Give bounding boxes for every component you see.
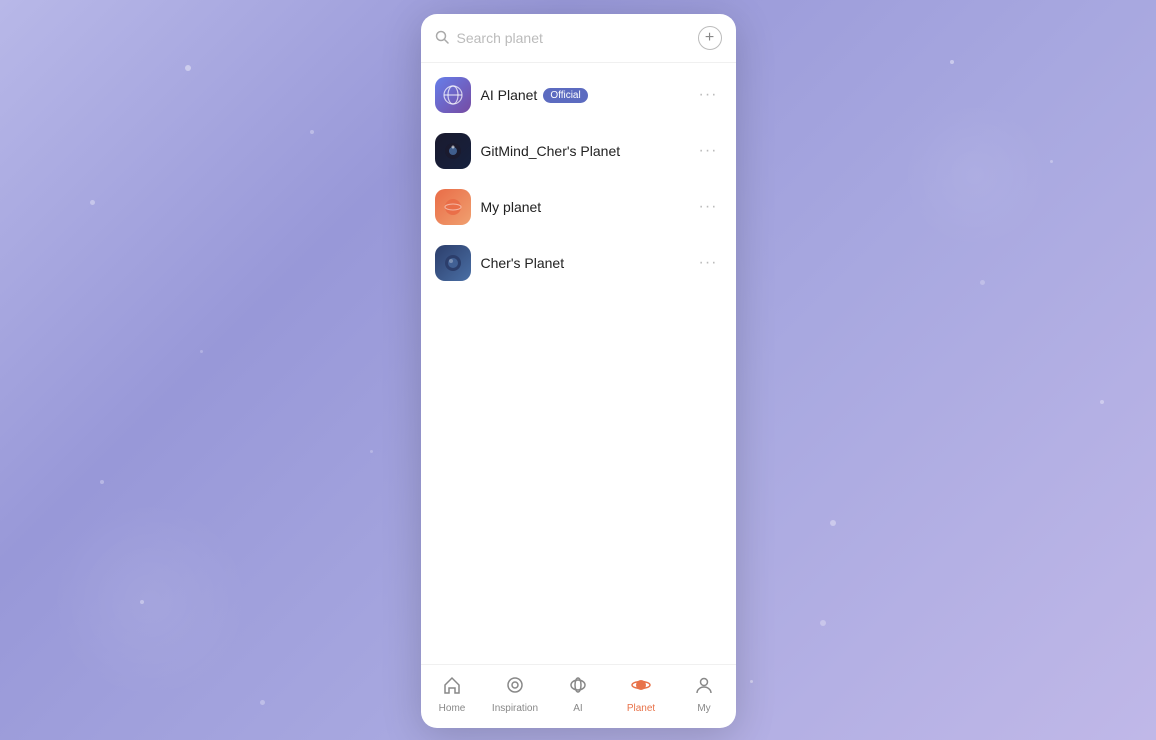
planet-avatar-ai <box>435 77 471 113</box>
nav-label-home: Home <box>439 703 466 714</box>
planet-modal: × + <box>421 14 736 728</box>
planet-info-my: My planet <box>481 199 685 215</box>
search-bar: + <box>421 14 736 63</box>
planet-avatar-chers <box>435 245 471 281</box>
planet-item-gitmind[interactable]: GitMind_Cher's Planet ··· <box>421 123 736 179</box>
planet-info-ai: AI Planet Official <box>481 87 685 103</box>
planet-icon <box>631 675 651 701</box>
nav-label-ai: AI <box>573 703 582 714</box>
more-button-gitmind[interactable]: ··· <box>695 138 722 164</box>
nav-item-home[interactable]: Home <box>421 669 484 720</box>
planet-item-ai[interactable]: AI Planet Official ··· <box>421 67 736 123</box>
planet-info-gitmind: GitMind_Cher's Planet <box>481 143 685 159</box>
nav-label-planet: Planet <box>627 703 655 714</box>
planet-name-ai: AI Planet <box>481 87 538 103</box>
planet-name-my: My planet <box>481 199 542 215</box>
my-icon <box>694 675 714 701</box>
official-badge: Official <box>543 88 587 103</box>
planet-item-my[interactable]: My planet ··· <box>421 179 736 235</box>
ai-icon <box>568 675 588 701</box>
modal-overlay: × + <box>0 0 1156 740</box>
planet-name-gitmind: GitMind_Cher's Planet <box>481 143 621 159</box>
add-icon: + <box>705 29 714 47</box>
nav-label-inspiration: Inspiration <box>492 703 538 714</box>
search-input[interactable] <box>457 30 690 46</box>
nav-item-ai[interactable]: AI <box>547 669 610 720</box>
planet-avatar-my <box>435 189 471 225</box>
planet-list: AI Planet Official ··· GitMind_Cher's Pl… <box>421 63 736 664</box>
planet-name-chers: Cher's Planet <box>481 255 565 271</box>
more-button-my[interactable]: ··· <box>695 194 722 220</box>
inspiration-icon <box>505 675 525 701</box>
planet-info-chers: Cher's Planet <box>481 255 685 271</box>
bottom-nav: Home Inspiration AI <box>421 664 736 728</box>
home-icon <box>442 675 462 701</box>
search-icon <box>435 30 449 47</box>
nav-item-my[interactable]: My <box>673 669 736 720</box>
nav-label-my: My <box>697 703 710 714</box>
planet-item-chers[interactable]: Cher's Planet ··· <box>421 235 736 291</box>
add-planet-button[interactable]: + <box>698 26 722 50</box>
nav-item-planet[interactable]: Planet <box>610 669 673 720</box>
planet-avatar-gitmind <box>435 133 471 169</box>
more-button-ai[interactable]: ··· <box>695 82 722 108</box>
more-button-chers[interactable]: ··· <box>695 250 722 276</box>
nav-item-inspiration[interactable]: Inspiration <box>484 669 547 720</box>
